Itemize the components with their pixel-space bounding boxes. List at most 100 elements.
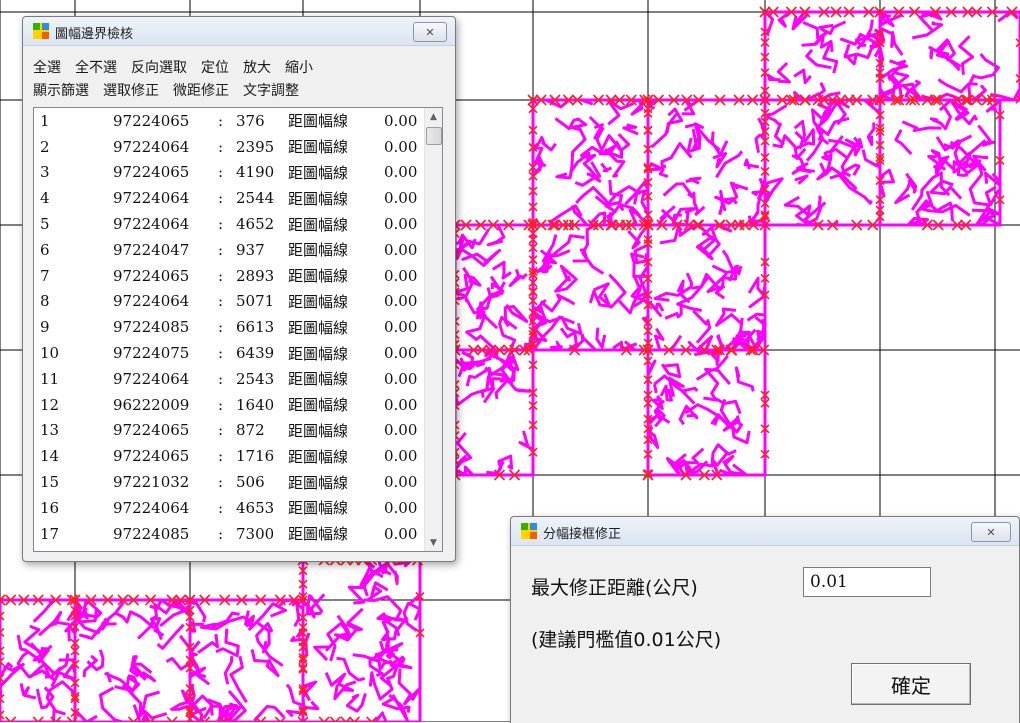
feature-id: 376 xyxy=(236,111,265,130)
feature-id: 872 xyxy=(236,421,265,440)
distance-value: 0.00 xyxy=(384,447,418,466)
distance-value: 0.00 xyxy=(384,498,418,517)
distance-label: 距圖幅線 xyxy=(288,525,349,544)
feature-id: 6439 xyxy=(236,344,275,363)
row-number: 13 xyxy=(40,421,60,440)
separator: : xyxy=(218,318,224,337)
list-item[interactable]: 12 96222009:1640 距圖幅線 0.00 xyxy=(34,392,424,418)
distance-value: 0.00 xyxy=(384,163,418,182)
distance-value: 0.00 xyxy=(384,344,418,363)
row-number: 11 xyxy=(40,369,60,388)
error-list[interactable]: 1 97224065:376 距圖幅線 0.00 2 97224064:2395 距圖幅線 0… xyxy=(33,107,443,552)
distance-label: 距圖幅線 xyxy=(288,112,349,131)
distance-value: 0.00 xyxy=(384,473,418,492)
list-item[interactable]: 11 97224064:2543 距圖幅線 0.00 xyxy=(34,366,424,392)
list-item[interactable]: 17 97224085:7300 距圖幅線 0.00 xyxy=(34,521,424,547)
menu-locate[interactable]: 定位 xyxy=(201,57,229,77)
distance-label: 距圖幅線 xyxy=(288,138,349,157)
feature-id: 4190 xyxy=(236,163,275,182)
close-icon: ✕ xyxy=(986,525,996,539)
list-item[interactable]: 9 97224085:6613 距圖幅線 0.00 xyxy=(34,314,424,340)
list-item[interactable]: 4 97224064:2544 距圖幅線 0.00 xyxy=(34,185,424,211)
toolbar-row-2: 顯示篩選 選取修正 微距修正 文字調整 xyxy=(33,80,313,100)
distance-value: 0.00 xyxy=(384,137,418,156)
menu-select-all[interactable]: 全選 xyxy=(33,57,61,77)
sheet-id: 97224065 xyxy=(113,163,190,182)
row-number: 10 xyxy=(40,344,60,363)
list-item[interactable]: 8 97224064:5071 距圖幅線 0.00 xyxy=(34,289,424,315)
sheet-id: 96222009 xyxy=(113,395,190,414)
menu-zoom-in[interactable]: 放大 xyxy=(243,57,271,77)
row-number: 17 xyxy=(40,524,60,543)
menu-micro-fix[interactable]: 微距修正 xyxy=(173,80,229,100)
feature-id: 6613 xyxy=(236,318,275,337)
separator: : xyxy=(218,215,224,234)
menu-display-filter[interactable]: 顯示篩選 xyxy=(33,80,89,100)
menu-invert-selection[interactable]: 反向選取 xyxy=(131,57,187,77)
sheet-id: 97224065 xyxy=(113,266,190,285)
row-number: 16 xyxy=(40,498,60,517)
list-scrollbar[interactable]: ▲ ▼ xyxy=(424,108,442,551)
feature-id: 2544 xyxy=(236,189,275,208)
feature-id: 1640 xyxy=(236,395,275,414)
distance-value: 0.00 xyxy=(384,318,418,337)
sheet-id: 97224064 xyxy=(113,189,190,208)
list-item[interactable]: 16 97224064:4653 距圖幅線 0.00 xyxy=(34,495,424,521)
scroll-down-arrow-icon[interactable]: ▼ xyxy=(425,534,442,551)
list-item[interactable]: 13 97224065:872 距圖幅線 0.00 xyxy=(34,418,424,444)
separator: : xyxy=(218,524,224,543)
sheet-id: 97224047 xyxy=(113,240,190,259)
distance-value: 0.00 xyxy=(384,369,418,388)
list-item[interactable]: 10 97224075:6439 距圖幅線 0.00 xyxy=(34,340,424,366)
feature-id: 937 xyxy=(236,240,265,259)
distance-label: 距圖幅線 xyxy=(288,241,349,260)
boundary-check-titlebar[interactable]: 圖幅邊界檢核 ✕ xyxy=(23,17,455,46)
list-item[interactable]: 14 97224065:1716 距圖幅線 0.00 xyxy=(34,443,424,469)
list-item[interactable]: 15 97221032:506 距圖幅線 0.00 xyxy=(34,469,424,495)
menu-text-adjust[interactable]: 文字調整 xyxy=(243,80,299,100)
ok-button[interactable]: 確定 xyxy=(851,663,971,705)
separator: : xyxy=(218,137,224,156)
list-item[interactable]: 7 97224065:2893 距圖幅線 0.00 xyxy=(34,263,424,289)
close-button[interactable]: ✕ xyxy=(413,22,447,42)
list-item[interactable]: 2 97224064:2395 距圖幅線 0.00 xyxy=(34,134,424,160)
separator: : xyxy=(218,163,224,182)
menu-select-none[interactable]: 全不選 xyxy=(75,57,117,77)
threshold-hint: (建議門檻值0.01公尺) xyxy=(531,629,722,651)
sheet-id: 97221032 xyxy=(113,473,190,492)
max-distance-input[interactable]: 0.01 xyxy=(803,567,931,597)
scroll-up-arrow-icon[interactable]: ▲ xyxy=(425,108,442,125)
row-number: 8 xyxy=(40,292,50,311)
menu-zoom-out[interactable]: 縮小 xyxy=(285,57,313,77)
sheet-id: 97224064 xyxy=(113,369,190,388)
app-logo-icon xyxy=(33,23,49,39)
distance-label: 距圖幅線 xyxy=(288,344,349,363)
menu-fix-selected[interactable]: 選取修正 xyxy=(103,80,159,100)
edge-match-fix-titlebar[interactable]: 分幅接框修正 ✕ xyxy=(511,517,1019,546)
boundary-check-title: 圖幅邊界檢核 xyxy=(55,27,134,42)
feature-id: 2395 xyxy=(236,137,275,156)
separator: : xyxy=(218,447,224,466)
list-item[interactable]: 5 97224064:4652 距圖幅線 0.00 xyxy=(34,211,424,237)
row-number: 7 xyxy=(40,266,50,285)
list-item[interactable]: 1 97224065:376 距圖幅線 0.00 xyxy=(34,108,424,134)
boundary-check-window: 圖幅邊界檢核 ✕ 全選 全不選 反向選取 定位 放大 縮小 顯示篩選 選取修正 … xyxy=(22,16,456,562)
feature-id: 7300 xyxy=(236,524,275,543)
distance-label: 距圖幅線 xyxy=(288,292,349,311)
row-number: 2 xyxy=(40,137,50,156)
list-item[interactable]: 6 97224047:937 距圖幅線 0.00 xyxy=(34,237,424,263)
separator: : xyxy=(218,498,224,517)
sheet-id: 97224085 xyxy=(113,524,190,543)
distance-label: 距圖幅線 xyxy=(288,163,349,182)
sheet-id: 97224085 xyxy=(113,318,190,337)
feature-id: 5071 xyxy=(236,292,275,311)
sheet-id: 97224075 xyxy=(113,344,190,363)
scroll-thumb[interactable] xyxy=(426,127,442,145)
list-item[interactable]: 3 97224065:4190 距圖幅線 0.00 xyxy=(34,160,424,186)
separator: : xyxy=(218,292,224,311)
close-button[interactable]: ✕ xyxy=(971,522,1011,542)
separator: : xyxy=(218,395,224,414)
sheet-id: 97224064 xyxy=(113,498,190,517)
distance-label: 距圖幅線 xyxy=(288,499,349,518)
distance-label: 距圖幅線 xyxy=(288,189,349,208)
